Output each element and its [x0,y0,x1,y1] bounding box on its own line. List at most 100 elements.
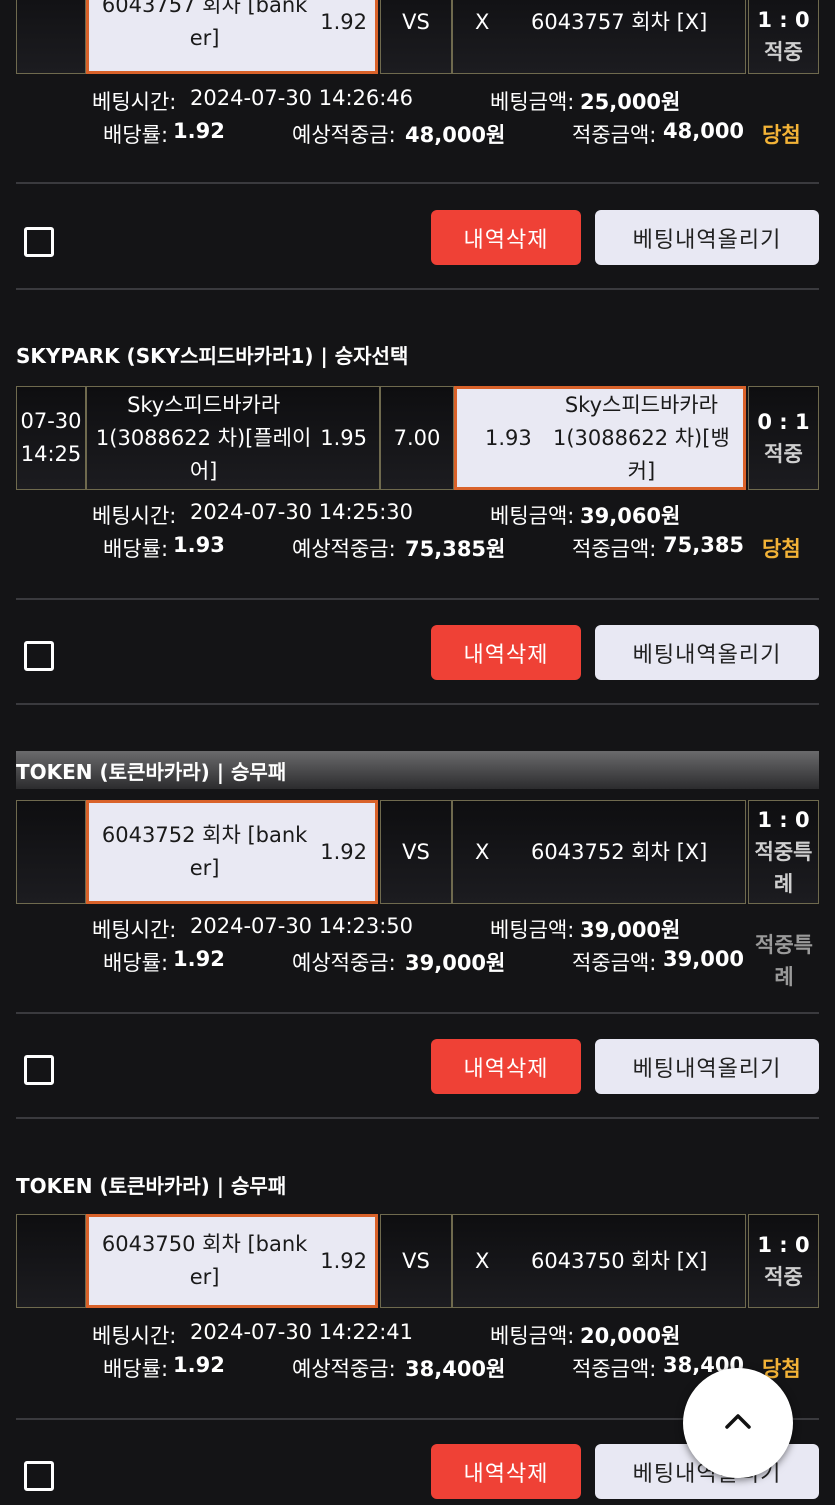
bet-amount-label: 베팅금액: [490,918,575,942]
bet-amount-value: 20,000원 [580,1324,681,1348]
away-team: 6043752 회차 [X] [531,839,708,864]
expected-value: 75,385원 [405,537,506,561]
win-amount-value: 48,000 [663,119,745,143]
result-badge: 당첨 [762,537,801,561]
away-team: Sky스피드바카라1(3088622 차)[뱅커] [552,392,730,483]
date-cell: 07-30 14:25 [16,386,86,490]
home-pick-cell[interactable]: 6043752 회차 [bank er] 1.92 [86,800,378,904]
expected-label: 예상적중금: [292,537,396,561]
home-odds: 1.92 [320,9,367,34]
result-badge: 적중특례 [755,933,813,989]
select-checkbox[interactable] [24,1055,54,1085]
expected-label: 예상적중금: [292,123,396,147]
date-cell [16,0,86,74]
home-team: 6043757 회차 [bank er] [101,0,308,50]
odds-label: 배당률: [103,1357,169,1381]
win-amount-label: 적중금액: [572,1357,657,1381]
select-checkbox[interactable] [24,641,54,671]
bet-amount-label: 베팅금액: [490,504,575,528]
home-team: 6043750 회차 [bank er] [101,1232,308,1289]
win-amount-value: 75,385 [663,533,745,557]
score: 1 : 0 [757,808,810,832]
bet-header: SKYPARK (SKY스피드바카라1) | 승자선택 [16,343,409,368]
bet-time-label: 베팅시간: [92,90,177,114]
odds-label: 배당률: [103,951,169,975]
home-team: 6043752 회차 [bank er] [101,823,308,880]
vs-label: VS [402,839,430,864]
chevron-up-icon [723,1411,753,1435]
select-checkbox[interactable] [24,227,54,257]
date-cell [16,800,86,904]
vs-label: VS [402,1248,430,1273]
odds-label: 배당률: [103,537,169,561]
away-odds: X [475,1248,490,1273]
result-badge: 당첨 [762,123,801,147]
home-odds: 1.92 [320,839,367,864]
expected-value: 38,400원 [405,1357,506,1381]
divider [16,598,819,600]
home-pick-cell[interactable]: 6043757 회차 [bank er] 1.92 [86,0,378,74]
away-pick-cell[interactable]: X 6043752 회차 [X] [452,800,746,904]
score: 1 : 0 [757,8,810,32]
expected-label: 예상적중금: [292,1357,396,1381]
away-pick-cell[interactable]: X 6043757 회차 [X] [452,0,746,74]
status: 적중특례 [754,840,813,896]
bet-time: 14:25 [20,442,82,466]
mid-cell[interactable]: VS [380,1214,452,1308]
bet-header: TOKEN (토큰바카라) | 승무패 [16,751,819,789]
win-amount-label: 적중금액: [572,123,657,147]
result-cell: 0 : 1 적중 [748,386,819,490]
delete-history-button[interactable]: 내역삭제 [431,1039,581,1094]
upload-history-button[interactable]: 베팅내역올리기 [595,625,819,680]
bet-time-value: 2024-07-30 14:22:41 [190,1320,414,1344]
vs-label: VS [402,9,430,34]
bet-amount-value: 39,000원 [580,918,681,942]
away-odds: 1.93 [485,425,532,450]
score: 0 : 1 [757,410,810,434]
mid-cell[interactable]: 7.00 [380,386,454,490]
date-cell [16,1214,86,1308]
bet-time-value: 2024-07-30 14:23:50 [190,914,414,938]
bet-amount-label: 베팅금액: [490,1324,575,1348]
select-checkbox[interactable] [24,1461,54,1491]
score: 1 : 0 [757,1233,810,1257]
home-pick-cell[interactable]: 6043750 회차 [bank er] 1.92 [86,1214,378,1308]
odds-value: 1.92 [173,119,225,143]
delete-history-button[interactable]: 내역삭제 [431,210,581,265]
away-team: 6043750 회차 [X] [531,1248,708,1273]
mid-cell[interactable]: VS [380,0,452,74]
win-amount-label: 적중금액: [572,537,657,561]
bet-time-label: 베팅시간: [92,1324,177,1348]
home-team: Sky스피드바카라1(3088622 차)[플레이어] [95,392,312,483]
upload-history-button[interactable]: 베팅내역올리기 [595,210,819,265]
away-pick-cell[interactable]: 1.93 Sky스피드바카라1(3088622 차)[뱅커] [454,386,746,490]
home-pick-cell[interactable]: Sky스피드바카라1(3088622 차)[플레이어] 1.95 [86,386,380,490]
upload-history-button[interactable]: 베팅내역올리기 [595,1039,819,1094]
bet-amount-value: 25,000원 [580,90,681,114]
result-cell: 1 : 0 적중 [748,0,819,74]
delete-history-button[interactable]: 내역삭제 [431,625,581,680]
divider [16,703,819,705]
odds-value: 1.92 [173,1353,225,1377]
scroll-top-button[interactable] [683,1368,793,1478]
away-team: 6043757 회차 [X] [531,9,708,34]
win-amount-label: 적중금액: [572,951,657,975]
odds-value: 1.93 [173,533,225,557]
expected-label: 예상적중금: [292,951,396,975]
bet-time-label: 베팅시간: [92,918,177,942]
home-odds: 1.95 [320,425,367,450]
status: 적중 [764,40,803,64]
bet-date: 07-30 [20,409,82,433]
draw-odds: 7.00 [393,425,441,450]
expected-value: 48,000원 [405,123,506,147]
bet-amount-label: 베팅금액: [490,90,575,114]
away-pick-cell[interactable]: X 6043750 회차 [X] [452,1214,746,1308]
odds-label: 배당률: [103,123,169,147]
divider [16,288,819,290]
bet-time-label: 베팅시간: [92,504,177,528]
odds-value: 1.92 [173,947,225,971]
mid-cell[interactable]: VS [380,800,452,904]
result-cell: 1 : 0 적중 [748,1214,819,1308]
delete-history-button[interactable]: 내역삭제 [431,1444,581,1499]
bet-header: TOKEN (토큰바카라) | 승무패 [16,1173,287,1198]
